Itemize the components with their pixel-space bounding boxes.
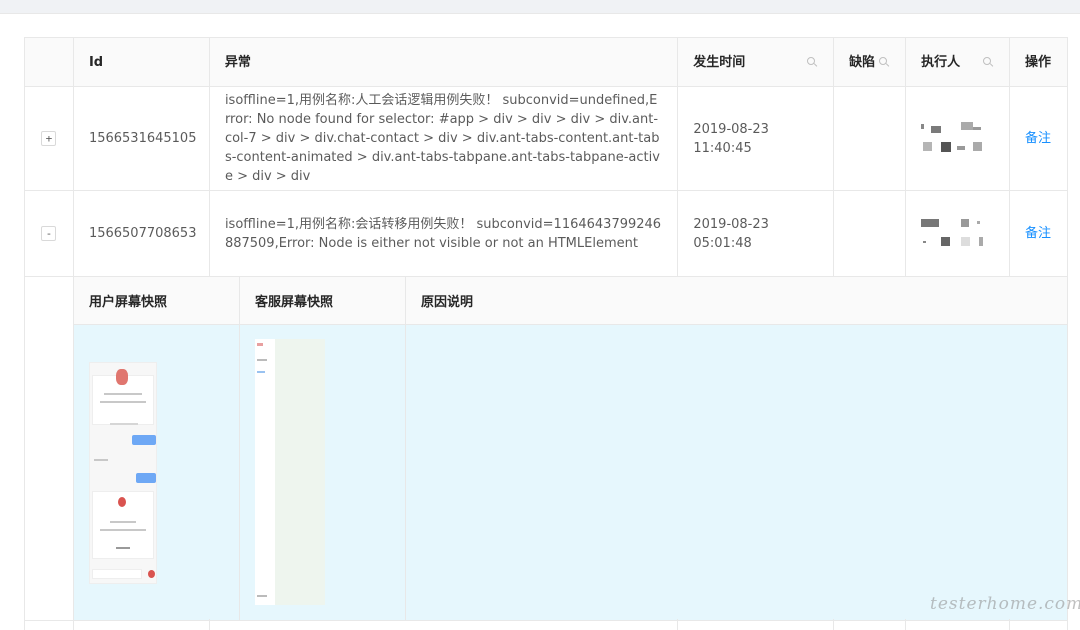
search-icon[interactable] (806, 56, 818, 68)
id-value: 1566507708653 (88, 226, 197, 241)
id-value: 1566531645105 (88, 131, 197, 146)
header-time-label: 发生时间 (693, 54, 746, 70)
header-executor-label: 执行人 (921, 54, 961, 70)
header-id-label: Id (88, 54, 104, 70)
header-defect: 缺陷 (834, 38, 907, 86)
header-expand-col (25, 38, 74, 86)
action-cell: 备注 (1010, 191, 1069, 276)
executor-avatar-blurred (921, 121, 991, 156)
expanded-body (73, 325, 1067, 620)
agent-snapshot-cell (240, 325, 406, 620)
table-header: Id 异常 发生时间 缺陷 执行人 操作 (25, 38, 1068, 87)
agent-screenshot-thumbnail[interactable] (254, 339, 325, 605)
expanded-indent (25, 277, 74, 620)
header-executor: 执行人 (906, 38, 1011, 86)
time-date: 2019-08-23 (693, 121, 769, 137)
watermark: testerhome.com (930, 594, 1080, 614)
executor-cell (906, 191, 1011, 276)
expand-button[interactable]: + (41, 131, 57, 146)
exception-table: Id 异常 发生时间 缺陷 执行人 操作 + 1566531645105 iso… (24, 37, 1069, 621)
expanded-row: 用户屏幕快照 客服屏幕快照 原因说明 (25, 277, 1068, 621)
time-clock: 11:40:45 (693, 140, 752, 156)
action-cell: 备注 (1010, 87, 1069, 190)
user-screenshot-thumbnail[interactable] (88, 362, 157, 584)
table-row: + 1566531645105 isoffline=1,用例名称:人工会话逻辑用… (25, 87, 1069, 191)
header-user-snapshot: 用户屏幕快照 (74, 277, 240, 324)
next-table-row-partial (24, 619, 1068, 630)
search-icon[interactable] (878, 56, 890, 68)
user-snapshot-cell (74, 325, 240, 620)
exception-text: isoffline=1,用例名称:会话转移用例失败！ subconvid=116… (224, 216, 662, 251)
exception-text: isoffline=1,用例名称:人工会话逻辑用例失败！ subconvid=u… (224, 93, 660, 184)
defect-cell (834, 191, 907, 276)
header-agent-snapshot-label: 客服屏幕快照 (254, 295, 333, 310)
table-row: - 1566507708653 isoffline=1,用例名称:会话转移用例失… (25, 191, 1069, 277)
time-cell: 2019-08-23 05:01:48 (678, 191, 835, 276)
defect-cell (834, 87, 907, 190)
header-defect-label: 缺陷 (849, 54, 876, 70)
header-exception-label: 异常 (224, 54, 251, 70)
expand-cell: - (25, 191, 74, 276)
time-clock: 05:01:48 (693, 235, 752, 251)
id-cell: 1566531645105 (74, 87, 210, 190)
header-action: 操作 (1010, 38, 1068, 86)
executor-avatar-blurred (921, 217, 991, 251)
expanded-header: 用户屏幕快照 客服屏幕快照 原因说明 (73, 277, 1067, 325)
expanded-detail-table: 用户屏幕快照 客服屏幕快照 原因说明 (73, 277, 1068, 620)
search-icon[interactable] (982, 56, 994, 68)
executor-cell (906, 87, 1011, 190)
time-cell: 2019-08-23 11:40:45 (678, 87, 835, 190)
remark-link[interactable]: 备注 (1025, 129, 1051, 148)
collapse-button[interactable]: - (41, 226, 57, 241)
header-exception: 异常 (210, 38, 679, 86)
reason-cell (406, 325, 1067, 620)
header-id: Id (74, 38, 210, 86)
header-time: 发生时间 (678, 38, 835, 86)
expand-cell: + (25, 87, 74, 190)
header-action-label: 操作 (1025, 54, 1052, 70)
exception-cell: isoffline=1,用例名称:会话转移用例失败！ subconvid=116… (210, 191, 679, 276)
top-bar (0, 0, 1080, 14)
time-date: 2019-08-23 (693, 216, 769, 232)
header-reason: 原因说明 (406, 277, 1067, 324)
header-agent-snapshot: 客服屏幕快照 (240, 277, 406, 324)
id-cell: 1566507708653 (74, 191, 210, 276)
header-reason-label: 原因说明 (420, 295, 473, 310)
header-user-snapshot-label: 用户屏幕快照 (88, 295, 167, 310)
exception-cell: isoffline=1,用例名称:人工会话逻辑用例失败！ subconvid=u… (210, 87, 679, 190)
remark-link[interactable]: 备注 (1025, 224, 1051, 243)
